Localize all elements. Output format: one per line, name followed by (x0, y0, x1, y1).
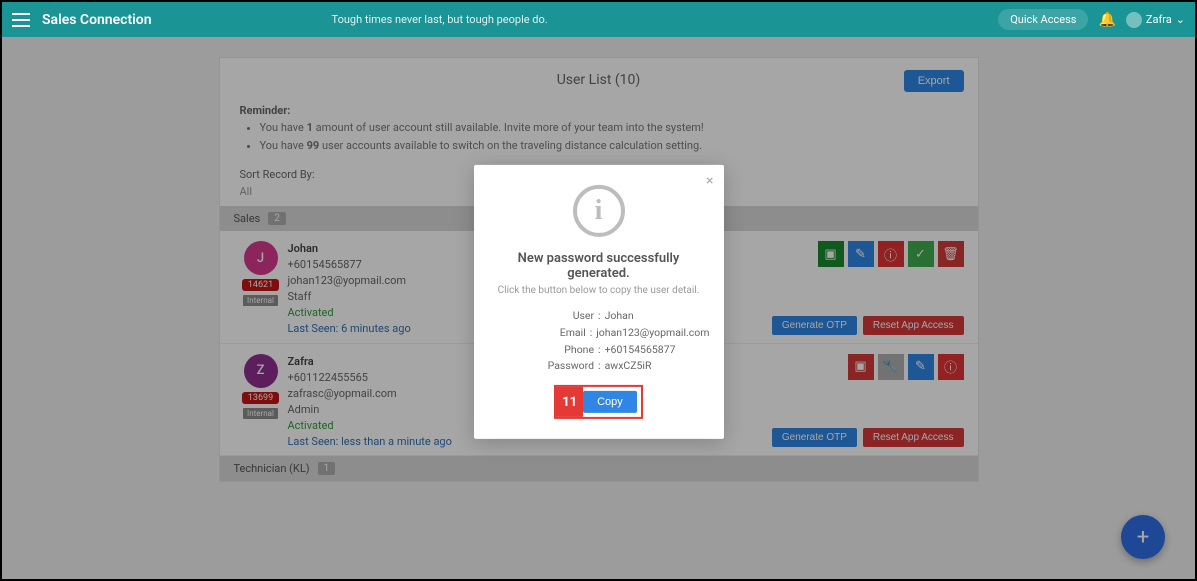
modal-email-value: johan123@yopmail.com (596, 325, 709, 342)
user-menu[interactable]: Zafra ⌄ (1126, 12, 1185, 28)
avatar-icon (1126, 12, 1142, 28)
modal-phone-value: +60154565877 (605, 342, 710, 359)
quote-text: Tough times never last, but tough people… (332, 13, 548, 26)
username-label: Zafra (1146, 13, 1172, 26)
close-icon[interactable]: × (706, 173, 713, 189)
quick-access-button[interactable]: Quick Access (998, 9, 1088, 30)
top-bar: Sales Connection Tough times never last,… (2, 2, 1195, 37)
password-generated-modal: × i New password successfully generated.… (474, 165, 724, 439)
modal-subtitle: Click the button below to copy the user … (488, 285, 710, 296)
modal-title: New password successfully generated. (488, 251, 710, 281)
bell-icon[interactable]: 🔔 (1098, 12, 1115, 28)
modal-user-label: User (488, 308, 595, 325)
modal-phone-label: Phone (488, 342, 595, 359)
modal-password-label: Password (488, 358, 595, 375)
copy-callout: 11 Copy (554, 385, 643, 419)
brand-title: Sales Connection (42, 12, 152, 28)
menu-icon[interactable] (12, 13, 30, 27)
modal-password-value: awxCZ5iR (605, 358, 710, 375)
modal-user-value: Johan (605, 308, 710, 325)
copy-button[interactable]: Copy (583, 391, 637, 413)
info-circle-icon: i (573, 185, 625, 237)
callout-number: 11 (556, 387, 583, 417)
chevron-down-icon: ⌄ (1176, 13, 1185, 26)
modal-email-label: Email (488, 325, 586, 342)
